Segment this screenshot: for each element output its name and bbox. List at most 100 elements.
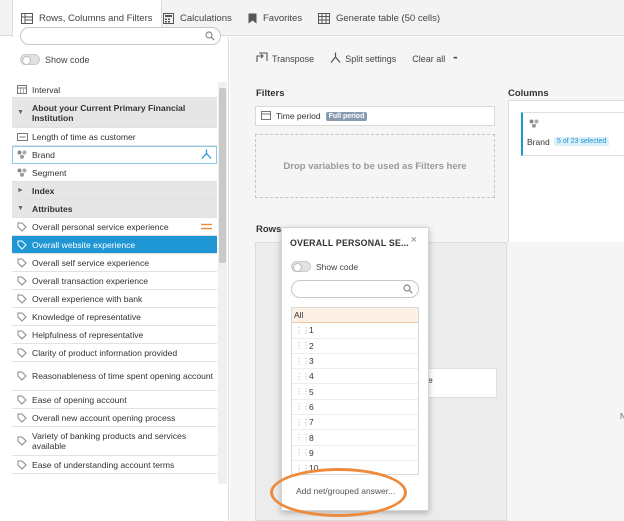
caret-right-icon: ► (17, 186, 24, 194)
list-item-overall-transaction[interactable]: Overall transaction experience (12, 272, 217, 290)
tag-icon (17, 460, 29, 470)
list-item-label: Knowledge of representative (32, 311, 141, 322)
split-icon (330, 52, 341, 65)
sidebar-search-input[interactable] (20, 27, 221, 45)
answer-item[interactable]: ⋮⋮ 2 (292, 339, 418, 354)
answer-item[interactable]: ⋮⋮ 3 (292, 354, 418, 370)
clear-all-button[interactable]: Clear all (412, 54, 445, 64)
calendar-icon (261, 110, 271, 122)
tab-label: Rows, Columns and Filters (39, 13, 153, 24)
list-item-label: Overall personal service experience (32, 221, 169, 232)
section-about-current-fi[interactable]: ▼ About your Current Primary Financial I… (12, 98, 217, 128)
grip-icon[interactable]: ⋮⋮ (295, 418, 310, 427)
answer-label: 9 (309, 447, 314, 458)
grip-icon[interactable]: ⋮⋮ (295, 326, 310, 335)
popup-show-code[interactable]: Show code (291, 261, 358, 272)
list-item-segment[interactable]: Segment (12, 164, 217, 182)
more-icon: ••• (453, 55, 457, 62)
list-item-label: Helpfulness of representative (32, 329, 144, 340)
grip-icon[interactable]: ⋮⋮ (295, 402, 310, 411)
drag-handle-icon[interactable] (201, 222, 212, 232)
list-item-label: Variety of banking products and services… (32, 431, 187, 451)
calculator-icon (163, 12, 174, 24)
bookmark-icon (248, 13, 257, 24)
tag-icon (17, 413, 29, 423)
list-item-overall-experience-bank[interactable]: Overall experience with bank (12, 290, 217, 308)
tab-generate-table[interactable]: Generate table (50 cells) (310, 0, 448, 36)
list-item-interval[interactable]: Interval (12, 82, 217, 98)
list-item-variety-products[interactable]: Variety of banking products and services… (12, 427, 217, 456)
tab-favorites[interactable]: Favorites (240, 0, 310, 36)
section-label: Attributes (32, 203, 73, 214)
answer-item[interactable]: ⋮⋮ 9 (292, 446, 418, 461)
close-icon[interactable]: × (411, 234, 417, 246)
grip-icon[interactable]: ⋮⋮ (295, 433, 310, 442)
sidebar-scroll-thumb[interactable] (219, 88, 226, 263)
answer-label: 6 (309, 401, 314, 412)
grip-icon[interactable]: ⋮⋮ (295, 387, 310, 396)
sidebar-show-code[interactable]: Show code (20, 54, 90, 65)
list-item-length-of-time[interactable]: Length of time as customer (12, 128, 217, 146)
section-attributes[interactable]: ▼ Attributes (12, 200, 217, 218)
filters-drop-zone[interactable]: Drop variables to be used as Filters her… (255, 134, 495, 198)
column-card-brand[interactable]: Brand 5 of 23 selected (521, 112, 624, 156)
answer-label: 1 (309, 325, 314, 336)
filter-chip-label: Time period (276, 111, 321, 121)
answer-item[interactable]: ⋮⋮ 5 (292, 384, 418, 400)
list-item-brand[interactable]: Brand (12, 146, 217, 164)
grip-icon[interactable]: ⋮⋮ (295, 372, 310, 381)
transpose-button[interactable]: Transpose (256, 52, 314, 65)
list-item-overall-self-service[interactable]: Overall self service experience (12, 254, 217, 272)
categorical-icon (529, 119, 539, 130)
popup-title: OVERALL PERSONAL SE... (290, 238, 409, 248)
section-label: Index (32, 185, 55, 196)
selection-count-badge: 5 of 23 selected (554, 137, 610, 146)
list-item-label: Overall transaction experience (32, 275, 149, 286)
tag-icon (17, 258, 29, 268)
tab-label: Generate table (50 cells) (336, 12, 441, 24)
list-item-helpfulness-rep[interactable]: Helpfulness of representative (12, 326, 217, 344)
answer-label: 3 (309, 356, 314, 367)
list-item-knowledge-rep[interactable]: Knowledge of representative (12, 308, 217, 326)
section-index[interactable]: ► Index (12, 182, 217, 200)
row-card[interactable]: e (420, 368, 497, 398)
tag-icon (17, 330, 29, 340)
filter-chip-time-period[interactable]: Time period Full period (255, 106, 495, 126)
list-item-new-account-process[interactable]: Overall new account opening process (12, 409, 217, 427)
list-item-label: Ease of understanding account terms (32, 459, 175, 470)
categorical-icon (17, 168, 29, 177)
answer-item[interactable]: ⋮⋮ 4 (292, 369, 418, 385)
tag-icon (17, 240, 29, 250)
tag-icon (17, 294, 29, 304)
answer-item[interactable]: ⋮⋮ 8 (292, 430, 418, 446)
list-item-ease-opening[interactable]: Ease of opening account (12, 391, 217, 409)
answer-label: 5 (309, 386, 314, 397)
popup-search-input[interactable] (291, 280, 419, 298)
answer-item[interactable]: ⋮⋮ 7 (292, 415, 418, 431)
rows-heading: Rows (256, 224, 282, 235)
rows-columns-icon (21, 13, 33, 24)
tag-icon (17, 436, 29, 446)
show-code-toggle[interactable] (20, 54, 40, 65)
split-icon[interactable] (201, 149, 212, 161)
more-options-button[interactable]: ••• (453, 55, 457, 62)
list-item-overall-personal-service[interactable]: Overall personal service experience (12, 218, 217, 236)
answer-item[interactable]: ⋮⋮ 6 (292, 400, 418, 416)
grip-icon[interactable]: ⋮⋮ (295, 448, 310, 457)
split-settings-button[interactable]: Split settings (330, 52, 396, 65)
answer-label: 8 (309, 432, 314, 443)
show-code-toggle[interactable] (291, 261, 311, 272)
main-toolbar: Transpose Split settings Clear all ••• (256, 52, 458, 65)
answer-label: All (294, 310, 304, 321)
grip-icon[interactable]: ⋮⋮ (295, 341, 310, 350)
grip-icon[interactable]: ⋮⋮ (295, 357, 310, 366)
tag-icon (17, 222, 29, 232)
list-item-reasonableness-time[interactable]: Reasonableness of time spent opening acc… (12, 362, 217, 391)
answer-item[interactable]: ⋮⋮ 1 (292, 323, 418, 339)
answer-item-all[interactable]: All (292, 308, 418, 324)
categorical-icon (17, 150, 29, 159)
list-item-label: Ease of opening account (32, 394, 127, 405)
list-item-ease-understanding[interactable]: Ease of understanding account terms (12, 456, 217, 474)
list-item-clarity-product-info[interactable]: Clarity of product information provided (12, 344, 217, 362)
list-item-overall-website[interactable]: Overall website experience (12, 236, 217, 254)
